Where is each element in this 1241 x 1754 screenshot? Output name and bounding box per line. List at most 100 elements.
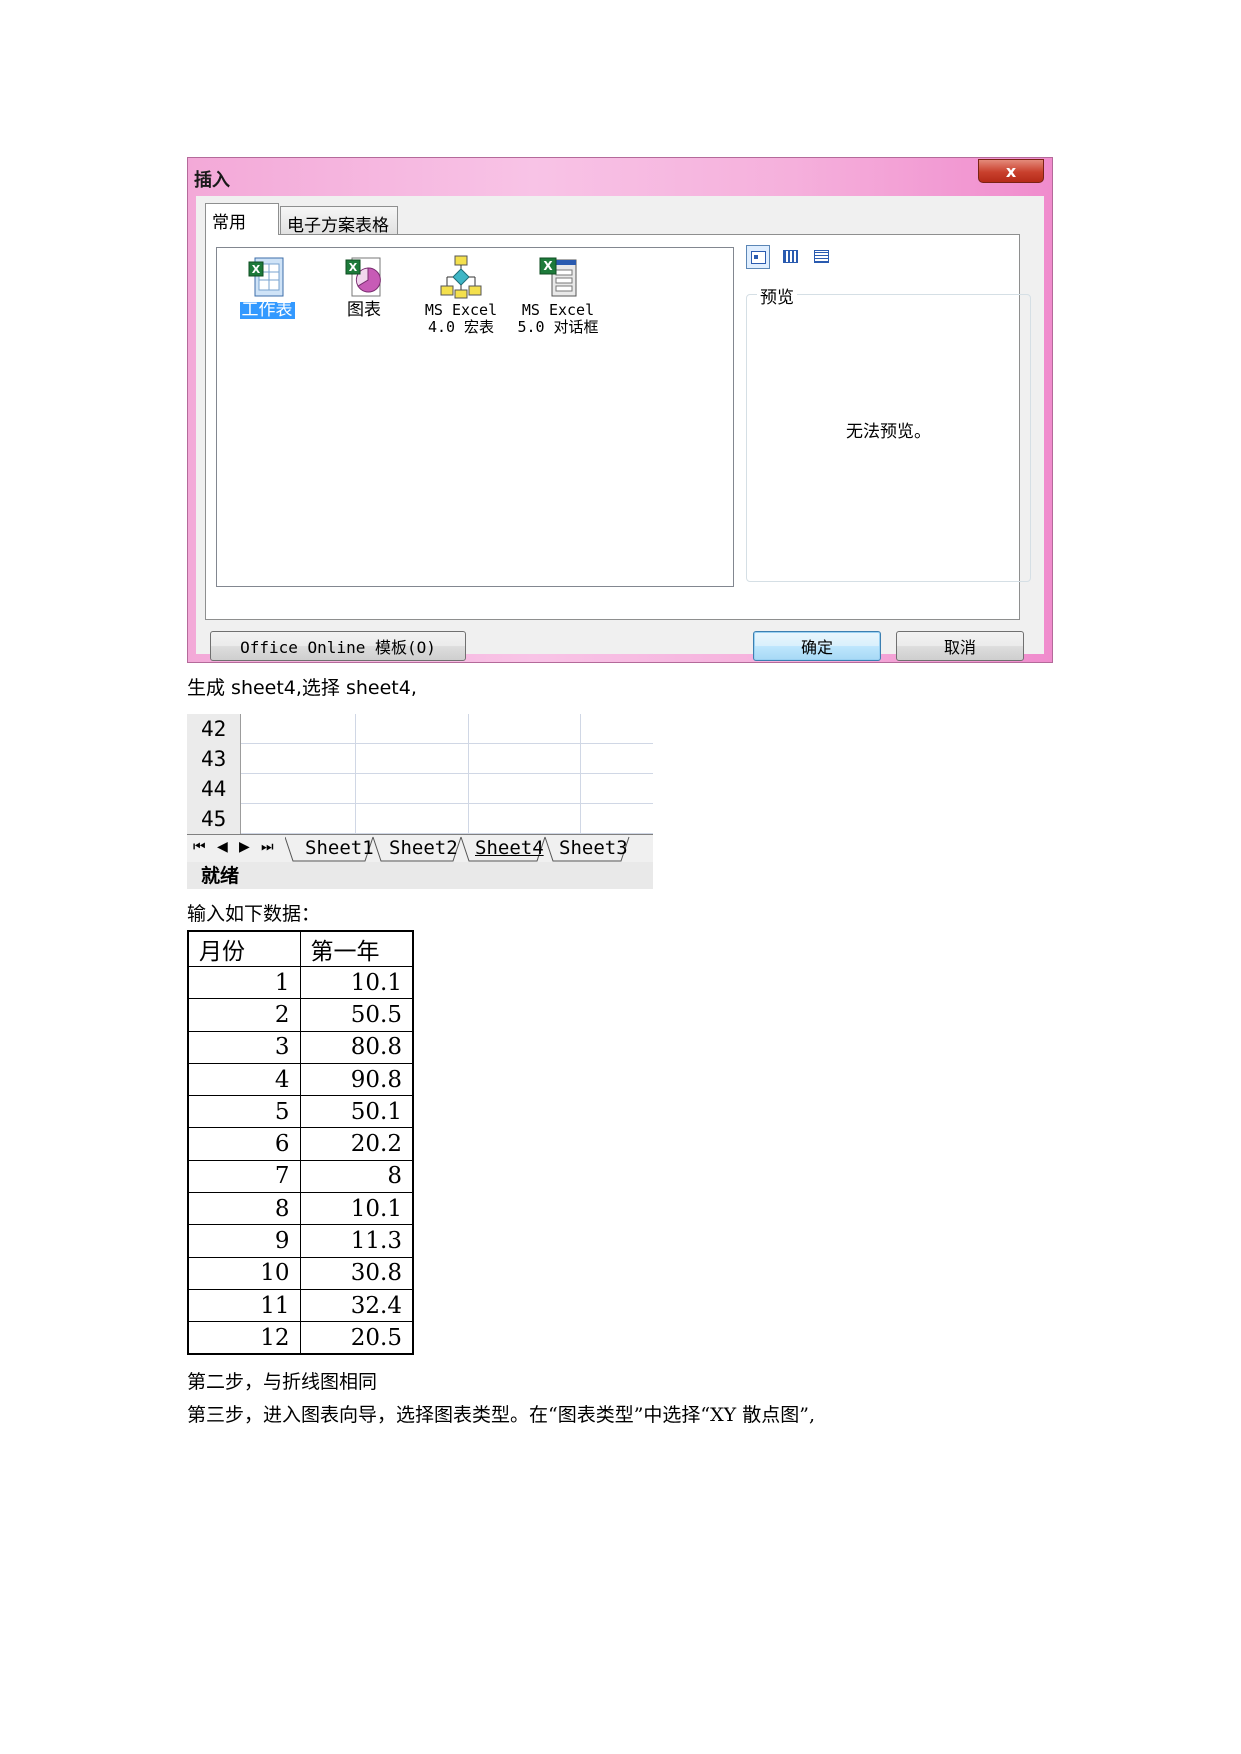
preview-group: 预览 无法预览。 xyxy=(746,283,1031,582)
value-cell: 8 xyxy=(299,1159,414,1194)
large-icons-view-icon xyxy=(751,251,766,264)
dialog-sheet-icon: X xyxy=(536,254,580,300)
month-cell: 1 xyxy=(187,965,301,1000)
month-cell: 11 xyxy=(187,1288,301,1323)
cancel-button[interactable]: 取消 xyxy=(896,631,1024,661)
value-cell: 32.4 xyxy=(299,1288,414,1323)
sheet-row: 45 xyxy=(187,804,653,834)
row-header[interactable]: 42 xyxy=(187,714,241,744)
svg-text:X: X xyxy=(543,259,553,273)
value-cell: 20.2 xyxy=(299,1127,414,1161)
instruction-generate-sheet4: 生成 sheet4,选择 sheet4, xyxy=(187,677,417,699)
close-icon: x xyxy=(1005,161,1017,181)
last-sheet-icon[interactable]: ⏭ xyxy=(261,839,274,855)
sheet-row: 44 xyxy=(187,774,653,804)
instruction-step-three: 第三步，进入图表向导，选择图表类型。在“图表类型”中选择“XY 散点图”, xyxy=(187,1404,816,1426)
table-row: 9 11.3 xyxy=(187,1224,414,1258)
template-label: MS Excel 5.0 对话框 xyxy=(517,301,599,336)
table-header-cell: 第一年 xyxy=(299,930,414,967)
large-icons-view-button[interactable] xyxy=(746,245,770,269)
month-cell: 7 xyxy=(187,1159,301,1194)
svg-text:X: X xyxy=(252,263,261,276)
value-cell: 20.5 xyxy=(299,1321,414,1355)
svg-text:X: X xyxy=(349,261,358,274)
month-cell: 2 xyxy=(187,998,301,1032)
month-cell: 9 xyxy=(187,1224,301,1258)
table-row: 5 50.1 xyxy=(187,1095,414,1129)
month-cell: 4 xyxy=(187,1062,301,1097)
details-view-icon xyxy=(814,250,829,263)
value-cell: 80.8 xyxy=(299,1030,414,1064)
dialog-titlebar[interactable]: 插入 x xyxy=(188,158,1052,196)
next-sheet-icon[interactable]: ▶ xyxy=(239,839,250,855)
chart-icon: X xyxy=(342,254,386,300)
table-row: 3 80.8 xyxy=(187,1030,414,1064)
prev-sheet-icon[interactable]: ◀ xyxy=(217,839,228,855)
worksheet-icon: X xyxy=(245,254,289,300)
value-cell: 10.1 xyxy=(299,965,414,1000)
table-row: 78 xyxy=(187,1159,414,1194)
sheet-tab-bar: ⏮ ◀ ▶ ⏭ Sheet1 Sheet2 Sheet4 Sheet3 xyxy=(187,834,653,862)
preview-legend: 预览 xyxy=(757,283,797,308)
month-cell: 6 xyxy=(187,1127,301,1161)
row-header[interactable]: 44 xyxy=(187,774,241,804)
tab-common[interactable]: 常用 xyxy=(205,203,279,235)
table-header-row: 月份 第一年 xyxy=(187,930,414,967)
month-cell: 10 xyxy=(187,1256,301,1290)
value-cell: 50.5 xyxy=(299,998,414,1032)
value-cell: 50.1 xyxy=(299,1095,414,1129)
dialog-client: 常用 电子方案表格 X 工作表 X 图表 MS Excel 4.0 宏表 X M… xyxy=(196,196,1044,661)
close-button[interactable]: x xyxy=(978,159,1044,183)
value-cell: 30.8 xyxy=(299,1256,414,1290)
tab-spreadsheet-solutions[interactable]: 电子方案表格 xyxy=(280,206,398,236)
value-cell: 90.8 xyxy=(299,1062,414,1097)
template-label: 图表 xyxy=(347,300,381,320)
sheet-tab-sheet2[interactable]: Sheet2 xyxy=(389,837,458,859)
template-list[interactable]: X 工作表 X 图表 MS Excel 4.0 宏表 X MS Excel 5.… xyxy=(216,247,734,587)
insert-dialog: 插入 x 常用 电子方案表格 X 工作表 X 图表 MS Excel 4.0 宏… xyxy=(187,157,1053,663)
list-view-button[interactable] xyxy=(779,245,803,269)
details-view-button[interactable] xyxy=(810,245,834,269)
table-row: 2 50.5 xyxy=(187,998,414,1032)
row-header[interactable]: 43 xyxy=(187,744,241,774)
sheet-row: 42 xyxy=(187,714,653,744)
macro-sheet-icon xyxy=(439,254,483,300)
table-row: 8 10.1 xyxy=(187,1192,414,1226)
dialog-title: 插入 xyxy=(194,170,230,191)
template-label: MS Excel 4.0 宏表 xyxy=(424,301,498,336)
sheet-tab-sheet3[interactable]: Sheet3 xyxy=(559,837,628,859)
ok-button[interactable]: 确定 xyxy=(753,631,881,661)
office-online-templates-button[interactable]: Office Online 模板(O) xyxy=(210,631,466,661)
month-cell: 3 xyxy=(187,1030,301,1064)
instruction-step-two: 第二步，与折线图相同 xyxy=(187,1371,378,1393)
instruction-enter-data: 输入如下数据： xyxy=(187,903,321,925)
first-sheet-icon[interactable]: ⏮ xyxy=(193,839,206,855)
tab-panel: X 工作表 X 图表 MS Excel 4.0 宏表 X MS Excel 5.… xyxy=(205,234,1031,620)
preview-message: 无法预览。 xyxy=(846,422,931,442)
template-item-worksheet[interactable]: X 工作表 xyxy=(217,254,317,319)
month-cell: 5 xyxy=(187,1095,301,1129)
table-row: 4 90.8 xyxy=(187,1062,414,1097)
template-item-macro-sheet[interactable]: MS Excel 4.0 宏表 xyxy=(411,254,511,336)
table-row: 10 30.8 xyxy=(187,1256,414,1290)
row-header[interactable]: 45 xyxy=(187,804,241,834)
month-cell: 12 xyxy=(187,1321,301,1355)
template-item-chart[interactable]: X 图表 xyxy=(314,254,414,319)
data-table: 月份 第一年 1 10.1 2 50.5 3 80.8 4 90.8 5 50.1 6 20.2 7 8 8 10… xyxy=(187,930,414,1356)
value-cell: 11.3 xyxy=(299,1224,414,1258)
sheet-tab-sheet4[interactable]: Sheet4 xyxy=(475,837,544,859)
table-row: 6 20.2 xyxy=(187,1127,414,1161)
template-item-dialog-sheet[interactable]: X MS Excel 5.0 对话框 xyxy=(508,254,608,336)
sheet-row: 43 xyxy=(187,744,653,774)
status-bar: 就绪 xyxy=(187,862,653,889)
table-row: 1 10.1 xyxy=(187,965,414,1000)
sheet-tabs-screenshot: 42 43 44 45 ⏮ ◀ ▶ ⏭ Sheet1 Sheet2 Sheet4… xyxy=(187,714,653,889)
month-cell: 8 xyxy=(187,1192,301,1226)
value-cell: 10.1 xyxy=(299,1192,414,1226)
template-label: 工作表 xyxy=(239,300,295,320)
list-view-icon xyxy=(783,250,798,263)
table-header-cell: 月份 xyxy=(187,930,301,967)
table-row: 11 32.4 xyxy=(187,1288,414,1323)
sheet-tab-sheet1[interactable]: Sheet1 xyxy=(305,837,374,859)
table-row: 12 20.5 xyxy=(187,1321,414,1355)
